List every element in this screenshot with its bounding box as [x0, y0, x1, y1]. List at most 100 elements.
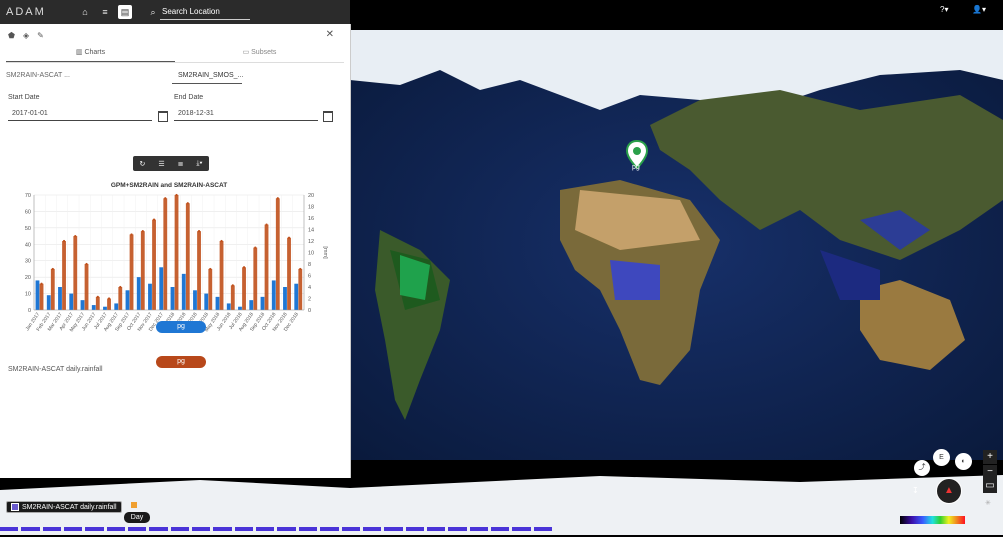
bar-orange	[84, 264, 89, 310]
bar-blue	[215, 296, 220, 310]
timeline-segment[interactable]	[170, 527, 190, 531]
tab-subsets[interactable]: ▭ Subsets	[175, 46, 344, 62]
timeline-segment[interactable]	[341, 527, 360, 531]
timeline-segment[interactable]	[426, 527, 446, 531]
calendar-icon[interactable]	[158, 111, 168, 122]
chart-svg: GPM+SM2RAIN and SM2RAIN-ASCAT01020304050…	[25, 182, 328, 333]
search-icon[interactable]: ⌕	[146, 5, 160, 19]
y-tick-left: 10	[25, 292, 31, 298]
chart-toolbar: ↻ ☰ ≣ ⤓▾	[133, 156, 209, 171]
timeline-segment[interactable]	[85, 527, 104, 531]
timeline-segment[interactable]	[64, 527, 83, 531]
pencil-icon[interactable]: ✎	[37, 31, 44, 40]
settings-icon[interactable]: ≣	[178, 160, 184, 168]
y-tick-right: 18	[308, 205, 314, 211]
timeline-segment[interactable]	[42, 527, 62, 531]
point-orange	[276, 197, 279, 200]
end-date-input[interactable]: 2018-12-31	[174, 108, 318, 121]
point-orange	[231, 284, 234, 287]
compass-small-icon[interactable]: ◐	[955, 453, 972, 470]
y-tick-left: 70	[25, 193, 31, 199]
list-icon[interactable]: ☰	[158, 160, 164, 168]
bar-orange	[242, 267, 246, 310]
eraser-icon[interactable]: ◈	[23, 31, 29, 40]
dataset-select-left[interactable]: SM2RAIN-ASCAT ...	[0, 68, 162, 84]
timeline-segment[interactable]	[21, 527, 40, 531]
point-orange	[62, 239, 66, 243]
charts-panel: ⬟ ◈ ✎ ✕ ▥ Charts ▭ Subsets SM2RAIN-ASCAT…	[0, 24, 351, 478]
y-tick-right: 6	[308, 274, 311, 280]
chart-tab-icon: ▥	[75, 49, 83, 56]
timeline-segment[interactable]	[256, 527, 275, 531]
bar-blue	[204, 293, 209, 310]
subsets-icon: ▭	[242, 49, 250, 56]
bar-orange	[197, 231, 201, 310]
timeline-segment[interactable]	[362, 527, 382, 531]
timeline-segment[interactable]	[277, 527, 296, 531]
help-icon[interactable]: ?▾	[940, 5, 948, 14]
home-icon[interactable]: ⌂	[78, 5, 92, 19]
end-date-label: End Date	[174, 94, 204, 101]
timeline-segment[interactable]	[0, 527, 19, 531]
bar-orange	[62, 241, 66, 310]
start-date-input[interactable]: 2017-01-01	[8, 108, 152, 121]
download-icon[interactable]: ⤓▾	[196, 160, 202, 168]
timeline-bar[interactable]	[0, 527, 552, 531]
zoom-out-button[interactable]: −	[983, 465, 997, 479]
timeline-segment[interactable]	[298, 527, 318, 531]
timeline-segment[interactable]	[149, 527, 168, 531]
timeline-segment[interactable]	[448, 527, 467, 531]
timeline-segment[interactable]	[490, 527, 510, 531]
day-button[interactable]: Day	[124, 512, 150, 523]
user-icon[interactable]: 👤▾	[972, 5, 986, 14]
search-wrapper: ⌕	[140, 4, 250, 20]
start-date-label: Start Date	[8, 94, 40, 101]
search-input[interactable]	[160, 4, 250, 20]
dataset-select-right[interactable]: SM2RAIN_SMOS_...	[172, 68, 243, 84]
point-orange	[107, 297, 111, 300]
compass-icon[interactable]: ▲	[936, 478, 962, 504]
timeline-segment[interactable]	[106, 527, 126, 531]
point-orange	[141, 230, 144, 233]
bar-blue	[91, 305, 96, 310]
east-button[interactable]: E	[933, 449, 950, 466]
timeline-segment[interactable]	[320, 527, 339, 531]
timeline-segment[interactable]	[234, 527, 254, 531]
tab-charts[interactable]: ▥ Charts	[6, 46, 175, 62]
timeline-segment[interactable]	[469, 527, 488, 531]
point-orange	[85, 262, 88, 266]
bar-orange	[107, 298, 111, 310]
map-pin-label: pg	[632, 164, 640, 171]
y-tick-right: 0	[308, 308, 311, 314]
vr-icon[interactable]: ▭	[983, 479, 997, 493]
timeline-segment[interactable]	[213, 527, 232, 531]
timeline-segment[interactable]	[512, 527, 531, 531]
zoom-in-button[interactable]: +	[983, 450, 997, 464]
legend-marker	[131, 502, 137, 508]
down-icon[interactable]: ↧	[912, 486, 919, 495]
panel-resize-handle[interactable]: ⋮	[345, 248, 353, 257]
marker-icon[interactable]: ⬟	[8, 31, 15, 40]
y-tick-left: 50	[25, 226, 31, 232]
location-pill-orange[interactable]: pg	[156, 356, 206, 368]
timeline-segment[interactable]	[405, 527, 424, 531]
timeline-segment[interactable]	[533, 527, 552, 531]
timeline-segment[interactable]	[128, 527, 147, 531]
top-bar: ADAM ⌂ ≡ ▤ ⌕	[0, 0, 350, 24]
bar-blue	[125, 290, 130, 310]
timeline-segment[interactable]	[384, 527, 403, 531]
point-orange	[40, 282, 43, 285]
chart-icon[interactable]: ▤	[118, 5, 132, 19]
layer-legend[interactable]: SM2RAIN-ASCAT daily.rainfall	[6, 501, 122, 513]
layers-icon[interactable]: ≡	[98, 5, 112, 19]
location-pill-blue[interactable]: pg	[156, 321, 206, 333]
bar-blue	[249, 300, 254, 310]
close-icon[interactable]: ✕	[326, 29, 334, 40]
refresh-icon[interactable]: ↻	[139, 160, 145, 168]
calendar-icon[interactable]	[323, 111, 333, 122]
bar-blue	[260, 296, 265, 310]
timeline-segment[interactable]	[192, 527, 211, 531]
rotate-icon[interactable]: ⤴	[914, 460, 930, 476]
bar-blue	[69, 293, 74, 310]
bar-orange	[287, 237, 291, 310]
